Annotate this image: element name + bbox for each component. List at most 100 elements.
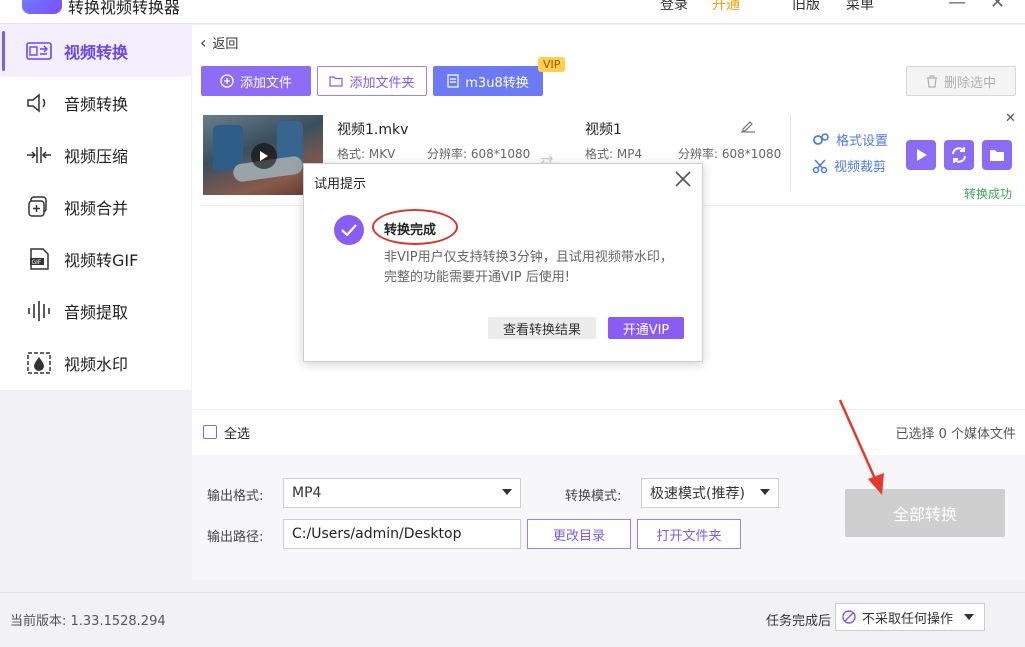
merge-icon	[26, 196, 52, 218]
source-format: 格式: MKV	[337, 147, 396, 161]
dialog-message: 非VIP用户仅支持转换3分钟，且试用视频带水印，完整的功能需要开通VIP 后使用…	[384, 250, 673, 285]
video-convert-icon	[26, 40, 52, 62]
svg-text:GIF: GIF	[32, 259, 42, 266]
format-settings-link[interactable]: 格式设置	[812, 130, 888, 149]
select-all-label[interactable]: 全选	[224, 423, 250, 442]
sidebar-item-label: 视频转换	[64, 43, 129, 62]
compress-icon	[26, 144, 52, 166]
sidebar-item-video-convert[interactable]: 视频转换	[0, 25, 191, 77]
status-bar: 当前版本: 1.33.1528.294 任务完成后 不采取任何操作	[0, 592, 1025, 647]
sidebar-item-watermark[interactable]: 视频水印	[0, 337, 191, 389]
highlight-annotation	[372, 209, 458, 245]
sidebar-item-label: 视频合并	[64, 199, 129, 218]
source-file-name: 视频1.mkv	[337, 122, 409, 138]
audio-convert-icon	[26, 92, 52, 114]
format-label: 输出格式:	[207, 489, 264, 504]
remove-file-icon[interactable]: ✕	[1005, 111, 1016, 126]
folder-icon	[329, 76, 344, 87]
add-file-label: 添加文件	[239, 75, 292, 91]
reconvert-button[interactable]	[944, 140, 974, 170]
output-resolution: 分辨率: 608*1080	[678, 147, 782, 161]
check-icon	[334, 215, 364, 245]
title-bar: 转换视频转换器 登录 开通 旧版 菜单 — ✕	[0, 0, 1025, 24]
after-task-value: 不采取任何操作	[862, 611, 954, 627]
select-all-checkbox[interactable]	[203, 425, 217, 439]
output-format-value: MP4	[292, 485, 322, 501]
document-icon	[447, 74, 459, 88]
sidebar-item-label: 视频转GIF	[64, 251, 139, 270]
no-action-icon	[842, 610, 856, 624]
after-task-select[interactable]: 不采取任何操作	[835, 603, 985, 631]
sidebar-item-label: 视频压缩	[64, 147, 129, 166]
trial-dialog: 试用提示 转换完成 非VIP用户仅支持转换3分钟，且试用视频带水印，完整的功能需…	[303, 163, 703, 362]
sidebar-item-merge[interactable]: 视频合并	[0, 181, 191, 233]
open-folder-button[interactable]	[982, 140, 1012, 170]
view-result-button[interactable]: 查看转换结果	[488, 317, 596, 339]
back-button[interactable]: ‹ 返回	[200, 33, 238, 52]
minimize-icon[interactable]: —	[948, 0, 966, 13]
sidebar-item-compress[interactable]: 视频压缩	[0, 129, 191, 181]
output-file-name: 视频1	[585, 122, 622, 138]
app-title: 转换视频转换器	[68, 0, 181, 17]
open-vip-button[interactable]: 开通VIP	[608, 317, 684, 339]
format-settings-label: 格式设置	[836, 134, 889, 149]
login-menu[interactable]: 登录	[660, 0, 688, 14]
change-dir-button[interactable]: 更改目录	[527, 519, 631, 549]
refresh-icon	[952, 147, 966, 163]
output-path-input[interactable]	[283, 519, 521, 549]
convert-mode-select[interactable]: 极速模式(推荐)	[641, 478, 779, 508]
add-folder-button[interactable]: 添加文件夹	[317, 66, 427, 96]
play-button[interactable]	[906, 140, 936, 170]
m3u8-label: m3u8转换	[465, 75, 529, 91]
audio-extract-icon	[26, 300, 52, 322]
add-folder-label: 添加文件夹	[349, 75, 415, 91]
delete-selected-button[interactable]: 删除选中	[906, 66, 1016, 96]
edit-name-icon[interactable]	[740, 119, 756, 137]
arrow-annotation	[838, 399, 884, 495]
chevron-left-icon: ‹	[200, 33, 207, 52]
sidebar: 视频转换 音频转换 视频压缩 视频合并 GIF 视频转GIF 音频提取 视频水印	[0, 25, 191, 390]
gif-icon: GIF	[26, 248, 52, 270]
delete-selected-label: 删除选中	[943, 75, 996, 91]
plus-circle-icon	[220, 74, 234, 88]
close-window-icon[interactable]: ✕	[990, 0, 1005, 13]
open-output-folder-button[interactable]: 打开文件夹	[637, 519, 741, 549]
source-resolution: 分辨率: 608*1080	[427, 147, 531, 161]
add-file-button[interactable]: 添加文件	[201, 66, 311, 96]
selection-bar: 全选 已选择 0 个媒体文件	[192, 409, 1025, 453]
old-version-menu[interactable]: 旧版	[792, 0, 820, 14]
m3u8-convert-button[interactable]: m3u8转换	[433, 66, 543, 96]
sidebar-item-audio-extract[interactable]: 音频提取	[0, 285, 191, 337]
vip-menu[interactable]: 开通	[712, 0, 740, 14]
trash-icon	[926, 74, 937, 88]
folder-icon	[990, 150, 1004, 161]
output-format: 格式: MP4	[585, 147, 643, 161]
gear-icon	[813, 132, 829, 145]
after-task-label: 任务完成后	[766, 614, 832, 629]
video-crop-label: 视频裁剪	[834, 160, 887, 175]
output-format-select[interactable]: MP4	[283, 478, 521, 508]
vip-badge: VIP	[538, 57, 566, 72]
status-badge: 转换成功	[964, 187, 1013, 201]
divider	[790, 115, 791, 191]
video-crop-link[interactable]: 视频裁剪	[812, 156, 886, 175]
back-label: 返回	[212, 37, 239, 52]
sidebar-item-label: 音频提取	[64, 303, 129, 322]
main-menu[interactable]: 菜单	[846, 0, 874, 14]
app-logo	[22, 0, 62, 14]
path-label: 输出路径:	[207, 530, 264, 545]
output-settings: 输出格式: MP4 转换模式: 极速模式(推荐) 输出路径: 更改目录 打开文件…	[192, 455, 1025, 580]
version-text: 当前版本: 1.33.1528.294	[10, 614, 166, 629]
close-icon[interactable]	[671, 167, 695, 191]
mode-label: 转换模式:	[565, 489, 622, 504]
watermark-icon	[26, 352, 52, 374]
chevron-down-icon	[502, 489, 512, 495]
chevron-down-icon	[964, 614, 974, 620]
dialog-title: 试用提示	[314, 177, 367, 192]
convert-mode-value: 极速模式(推荐)	[650, 486, 745, 502]
play-icon[interactable]	[251, 143, 277, 169]
sidebar-item-gif[interactable]: GIF 视频转GIF	[0, 233, 191, 285]
scissors-icon	[812, 158, 828, 173]
sidebar-item-audio-convert[interactable]: 音频转换	[0, 77, 191, 129]
play-icon	[917, 149, 927, 161]
